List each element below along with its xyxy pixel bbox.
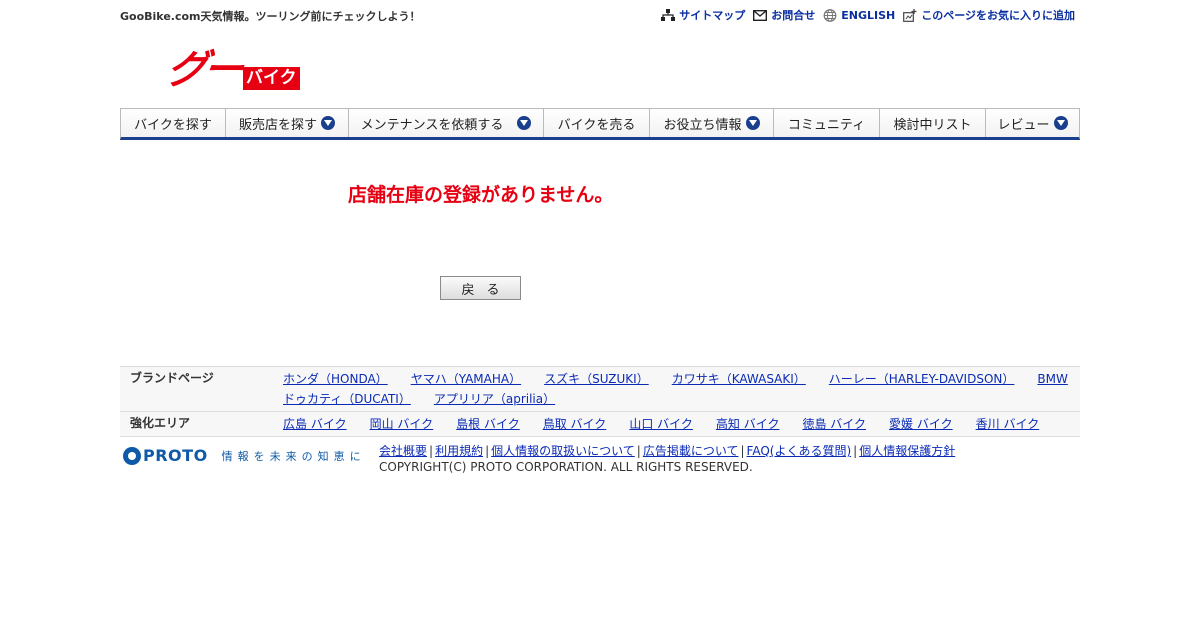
sitemap-label: サイトマップ [679, 9, 746, 22]
footer-link-advertising[interactable]: 広告掲載について [643, 444, 739, 458]
chevron-down-icon [517, 116, 532, 130]
chevron-down-icon [1053, 116, 1068, 130]
footer-link-privacy-policy[interactable]: 個人情報保護方針 [859, 444, 955, 458]
goobike-logo[interactable]: グー バイク [163, 47, 300, 93]
english-link[interactable]: ENGLISH [823, 7, 895, 23]
copyright: COPYRIGHT(C) PROTO CORPORATION. ALL RIGH… [379, 460, 753, 474]
footer-link-company[interactable]: 会社概要 [379, 444, 427, 458]
brand-link-bmw[interactable]: BMW [1037, 369, 1067, 389]
area-links: 広島 バイク 岡山 バイク 島根 バイク 鳥取 バイク 山口 バイク 高知 バイ… [283, 414, 1080, 434]
no-stock-message: 店舗在庫の登録がありません。 [348, 184, 614, 206]
brand-link-yamaha[interactable]: ヤマハ（YAMAHA） [411, 369, 521, 389]
chevron-down-icon [745, 116, 760, 130]
nav-label: バイクを売る [557, 117, 636, 133]
back-button[interactable]: 戻る [440, 276, 521, 300]
add-favorite-label: このページをお気に入りに追加 [921, 9, 1075, 22]
proto-name: PROTO [143, 446, 208, 465]
area-link-hiroshima[interactable]: 広島 バイク [283, 414, 347, 434]
brand-link-aprilia[interactable]: アプリリア（aprilia） [434, 389, 555, 409]
chevron-down-icon [321, 116, 335, 130]
nav-label: お役立ち情報 [663, 117, 742, 133]
nav-label: メンテナンスを依頼する [360, 117, 504, 133]
footer-link-terms[interactable]: 利用規約 [435, 444, 483, 458]
area-link-kochi[interactable]: 高知 バイク [716, 414, 780, 434]
nav-search-shop[interactable]: 販売店を探す [226, 109, 349, 137]
page: GooBike.com天気情報。ツーリング前にチェックしよう！ サイトマップ お… [120, 0, 1080, 474]
nav-maintenance[interactable]: メンテナンスを依頼する [349, 109, 544, 137]
footer-link-table: ブランドページ ホンダ（HONDA） ヤマハ（YAMAHA） スズキ（SUZUK… [120, 366, 1080, 437]
nav-sell-bike[interactable]: バイクを売る [544, 109, 650, 137]
focus-area-heading: 強化エリア [130, 416, 191, 430]
brand-link-ducati[interactable]: ドゥカティ（DUCATI） [283, 389, 411, 409]
sitemap-link[interactable]: サイトマップ [661, 7, 745, 23]
logo-bike-text: バイク [243, 67, 300, 90]
brand-link-kawasaki[interactable]: カワサキ（KAWASAKI） [672, 369, 806, 389]
nav-label: バイクを探す [134, 117, 212, 133]
add-favorite-link[interactable]: このページをお気に入りに追加 [903, 7, 1075, 23]
nav-watchlist[interactable]: 検討中リスト [880, 109, 986, 137]
brand-link-honda[interactable]: ホンダ（HONDA） [283, 369, 388, 389]
nav-community[interactable]: コミュニティ [774, 109, 880, 137]
brand-link-harley[interactable]: ハーレー（HARLEY-DAVIDSON） [829, 369, 1015, 389]
nav-label: 販売店を探す [238, 117, 317, 133]
nav-search-bike[interactable]: バイクを探す [121, 109, 226, 137]
proto-mark-icon [123, 446, 141, 465]
tagline: GooBike.com天気情報。ツーリング前にチェックしよう！ [120, 10, 421, 23]
brand-page-row: ブランドページ ホンダ（HONDA） ヤマハ（YAMAHA） スズキ（SUZUK… [120, 367, 1080, 412]
mail-icon [753, 9, 768, 21]
english-label: ENGLISH [841, 8, 896, 22]
brand-link-suzuki[interactable]: スズキ（SUZUKI） [544, 369, 649, 389]
area-link-okayama[interactable]: 岡山 バイク [370, 414, 434, 434]
area-link-ehime[interactable]: 愛媛 バイク [889, 414, 953, 434]
brand-page-heading: ブランドページ [130, 371, 214, 385]
nav-label: 検討中リスト [893, 117, 972, 133]
area-link-shimane[interactable]: 島根 バイク [456, 414, 520, 434]
nav-useful-info[interactable]: お役立ち情報 [650, 109, 774, 137]
contact-link[interactable]: お問合せ [753, 7, 815, 23]
contact-label: お問合せ [771, 9, 816, 22]
footer-link-privacy-handling[interactable]: 個人情報の取扱いについて [491, 444, 635, 458]
globe-icon [823, 8, 837, 22]
footer-links: 会社概要 | 利用規約 | 個人情報の取扱いについて | 広告掲載について | FAQ(よくある… [379, 444, 956, 474]
top-bar: GooBike.com天気情報。ツーリング前にチェックしよう！ サイトマップ お… [120, 0, 1080, 28]
nav-label: コミュニティ [787, 117, 866, 133]
nav-review[interactable]: レビュー [986, 109, 1079, 137]
utility-links: サイトマップ お問合せ ENGLISH このページをお気に入りに追加 [661, 7, 1075, 23]
logo-goo-text: グー [163, 47, 243, 93]
area-link-kagawa[interactable]: 香川 バイク [976, 414, 1040, 434]
proto-slogan: 情報を未来の知恵に [221, 449, 366, 463]
logo-area: グー バイク [120, 28, 1080, 108]
main-nav: バイクを探す 販売店を探す メンテナンスを依頼する バイクを売る お役立ち情報 … [120, 108, 1080, 140]
area-link-yamaguchi[interactable]: 山口 バイク [629, 414, 693, 434]
area-link-tokushima[interactable]: 徳島 バイク [802, 414, 866, 434]
focus-area-row: 強化エリア 広島 バイク 岡山 バイク 島根 バイク 鳥取 バイク 山口 バイク… [120, 412, 1080, 437]
proto-logo: PROTO 情報を未来の知恵に [123, 446, 366, 465]
nav-label: レビュー [997, 117, 1050, 133]
brand-links: ホンダ（HONDA） ヤマハ（YAMAHA） スズキ（SUZUKI） カワサキ（… [283, 369, 1080, 409]
area-link-tottori[interactable]: 鳥取 バイク [543, 414, 607, 434]
sitemap-icon [661, 8, 676, 21]
bookmark-add-icon [903, 8, 917, 22]
footer-link-faq[interactable]: FAQ(よくある質問) [747, 444, 852, 458]
site-footer: PROTO 情報を未来の知恵に 会社概要 | 利用規約 | 個人情報の取扱いについて | 広… [120, 443, 1080, 483]
